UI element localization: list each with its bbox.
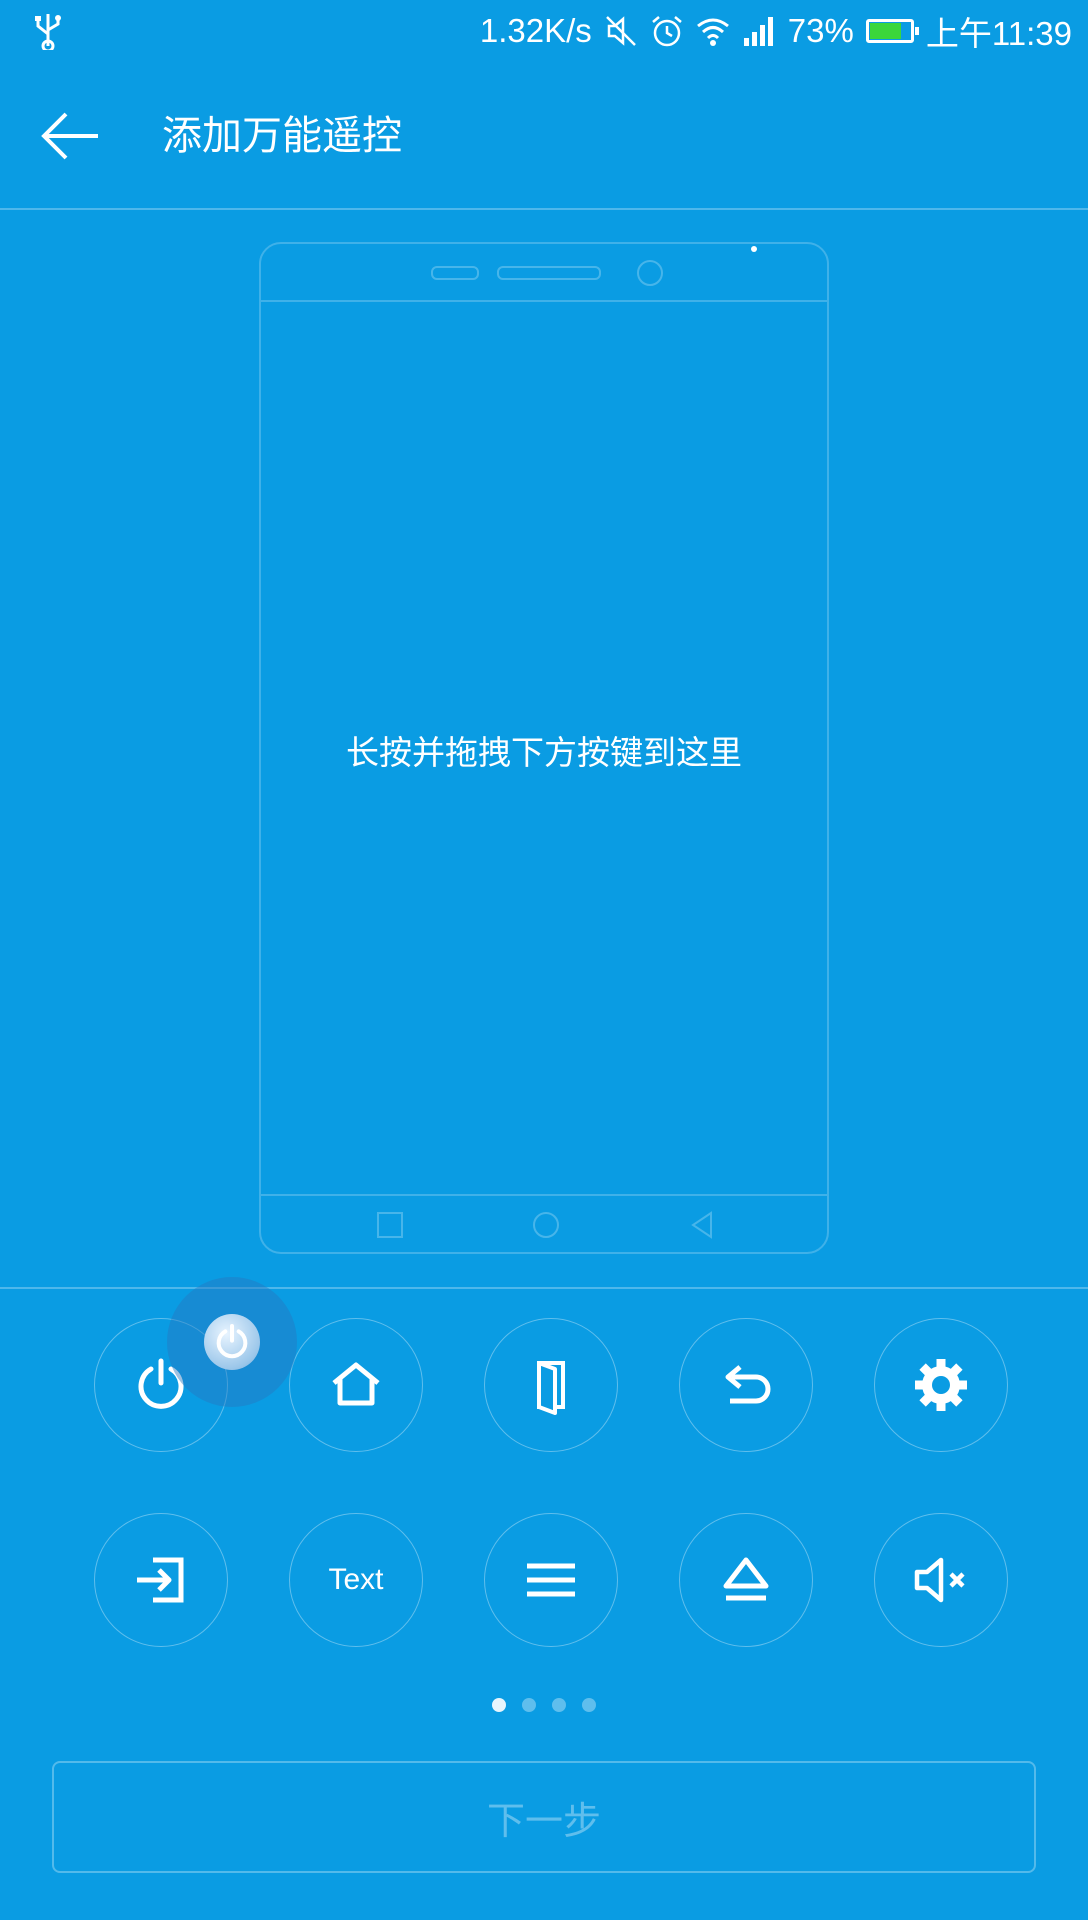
text-key-label: Text	[328, 1563, 384, 1596]
divider	[0, 208, 1088, 210]
home-nav-icon	[533, 1212, 559, 1238]
page-dot	[582, 1698, 596, 1712]
phone-bottom-line	[261, 1194, 827, 1196]
menu-key[interactable]	[484, 1513, 618, 1647]
phone-camera	[637, 260, 663, 286]
mute-icon	[605, 16, 636, 46]
battery-icon	[865, 19, 919, 43]
page-indicator	[0, 1698, 1088, 1712]
status-bar: 1.32K/s 73% 上午11:39	[0, 0, 1088, 62]
input-icon	[137, 1557, 184, 1603]
phone-top-line	[261, 300, 827, 302]
page-dot	[552, 1698, 566, 1712]
divider	[0, 1287, 1088, 1289]
remote-canvas[interactable]: 长按并拖拽下方按键到这里	[259, 242, 829, 1254]
wifi-icon	[696, 18, 729, 46]
alarm-icon	[651, 16, 682, 47]
home-icon	[332, 1362, 380, 1406]
recent-apps-icon	[377, 1212, 403, 1238]
text-key[interactable]: Text	[289, 1513, 423, 1647]
settings-icon	[915, 1359, 967, 1411]
door-key[interactable]	[484, 1318, 618, 1452]
next-step-button[interactable]: 下一步	[52, 1761, 1036, 1873]
phone-earpiece	[497, 266, 601, 280]
battery-percent: 73%	[787, 12, 854, 49]
app-bar: 添加万能遥控	[0, 62, 1088, 210]
eject-icon	[723, 1557, 769, 1601]
arrow-left-icon[interactable]	[38, 108, 102, 164]
mute-key[interactable]	[874, 1513, 1008, 1647]
back-nav-icon	[691, 1211, 712, 1239]
return-key[interactable]	[679, 1318, 813, 1452]
drag-ghost	[167, 1277, 297, 1407]
home-key[interactable]	[289, 1318, 423, 1452]
clock: 上午11:39	[925, 15, 1072, 52]
input-key[interactable]	[94, 1513, 228, 1647]
battery-level	[869, 23, 901, 39]
page-dot	[522, 1698, 536, 1712]
phone-led	[751, 246, 757, 252]
phone-speaker	[431, 266, 479, 280]
network-speed: 1.32K/s	[479, 12, 592, 49]
page-title: 添加万能遥控	[162, 113, 402, 159]
power-icon	[216, 1324, 248, 1359]
drop-hint: 长按并拖拽下方按键到这里	[346, 733, 742, 772]
settings-key[interactable]	[874, 1318, 1008, 1452]
usb-icon	[35, 14, 61, 50]
mute-icon	[914, 1557, 965, 1603]
menu-icon	[527, 1563, 575, 1597]
return-icon	[725, 1365, 771, 1404]
eject-key[interactable]	[679, 1513, 813, 1647]
door-icon	[537, 1361, 565, 1415]
page-dot	[492, 1698, 506, 1712]
signal-icon	[743, 17, 773, 46]
